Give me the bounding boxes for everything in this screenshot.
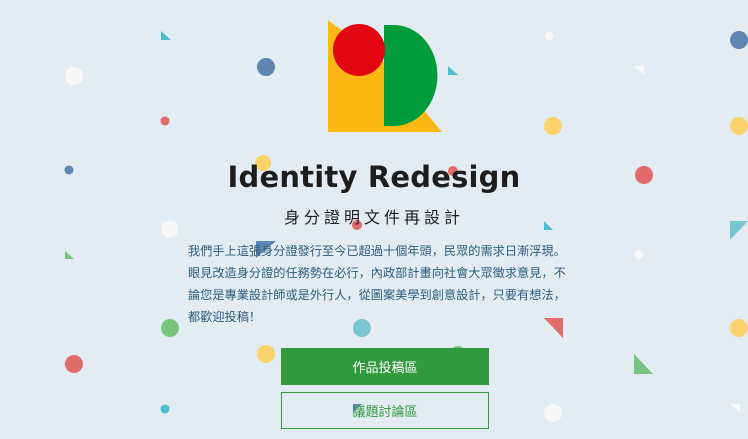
- page-subtitle: 身分證明文件再設計: [283, 208, 464, 227]
- discussion-button-label: 議題討論區: [352, 405, 418, 420]
- intro-text: 我們手上這張身分證發行至今已超過十個年頭，民眾的需求日漸浮現。眼見改造身分證的任…: [188, 244, 566, 324]
- ir-logo-icon: [328, 20, 442, 132]
- submissions-button-label: 作品投稿區: [352, 361, 418, 376]
- discussion-button[interactable]: 議題討論區: [281, 392, 489, 429]
- submissions-button[interactable]: 作品投稿區: [281, 348, 489, 385]
- page-title: Identity Redesign: [227, 160, 521, 194]
